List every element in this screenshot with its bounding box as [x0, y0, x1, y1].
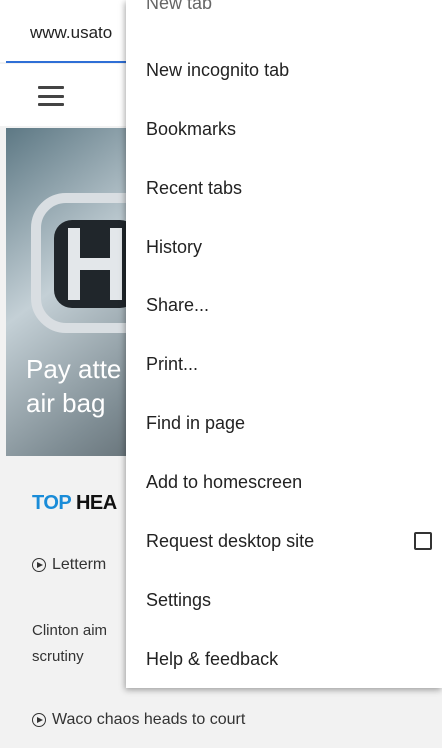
headline-text: scrutiny — [32, 648, 84, 665]
menu-item-label: New incognito tab — [146, 59, 290, 80]
address-bar-underline — [6, 61, 146, 63]
menu-item-label: Settings — [146, 589, 212, 610]
menu-item-recent-tabs[interactable]: Recent tabs — [146, 168, 436, 208]
browser-overflow-menu: New tab New incognito tab Bookmarks Rece… — [126, 0, 442, 688]
menu-item-label: Share... — [146, 294, 210, 315]
menu-item-add-to-homescreen[interactable]: Add to homescreen — [146, 462, 436, 502]
request-desktop-checkbox[interactable] — [414, 532, 432, 550]
section-title-rest: HEA — [75, 492, 117, 514]
menu-item-label: Add to homescreen — [146, 471, 303, 492]
menu-item-print[interactable]: Print... — [146, 344, 436, 384]
menu-item-label: History — [146, 236, 203, 257]
hero-caption-line-1: Pay atte — [26, 354, 122, 384]
headline-text: Clinton aim — [32, 622, 108, 639]
menu-item-label: Print... — [146, 353, 199, 374]
headline-text: Letterm — [52, 556, 107, 573]
address-bar-text: www.usato — [30, 23, 113, 42]
headline-text: Waco chaos heads to court — [52, 711, 246, 728]
menu-item-label: Bookmarks — [146, 118, 237, 139]
play-video-icon — [32, 713, 46, 727]
menu-item-request-desktop-site[interactable]: Request desktop site — [146, 521, 436, 561]
headline-link-1[interactable]: Letterm — [32, 556, 106, 574]
menu-item-share[interactable]: Share... — [146, 285, 436, 325]
headline-link-3[interactable]: Waco chaos heads to court — [32, 711, 245, 729]
menu-item-find-in-page[interactable]: Find in page — [146, 403, 436, 443]
menu-item-new-tab[interactable]: New tab — [146, 0, 436, 16]
menu-item-label: Request desktop site — [146, 530, 315, 551]
menu-item-help-feedback[interactable]: Help & feedback — [146, 639, 436, 679]
hero-caption[interactable]: Pay atte air bag — [26, 352, 121, 420]
menu-item-settings[interactable]: Settings — [146, 580, 436, 620]
play-video-icon — [32, 558, 46, 572]
hero-caption-line-2: air bag — [26, 388, 106, 418]
hamburger-menu-icon[interactable] — [38, 86, 64, 106]
section-title-accent: TOP — [32, 492, 71, 514]
menu-item-history[interactable]: History — [146, 227, 436, 267]
menu-item-label: Find in page — [146, 412, 246, 433]
menu-item-bookmarks[interactable]: Bookmarks — [146, 109, 436, 149]
menu-item-label: New tab — [146, 0, 213, 13]
menu-item-label: Help & feedback — [146, 648, 279, 669]
headline-link-2[interactable]: Clinton aim scrutiny — [32, 618, 107, 670]
section-title: TOP HEA — [32, 492, 117, 515]
menu-item-label: Recent tabs — [146, 177, 243, 198]
menu-item-new-incognito-tab[interactable]: New incognito tab — [146, 50, 436, 90]
